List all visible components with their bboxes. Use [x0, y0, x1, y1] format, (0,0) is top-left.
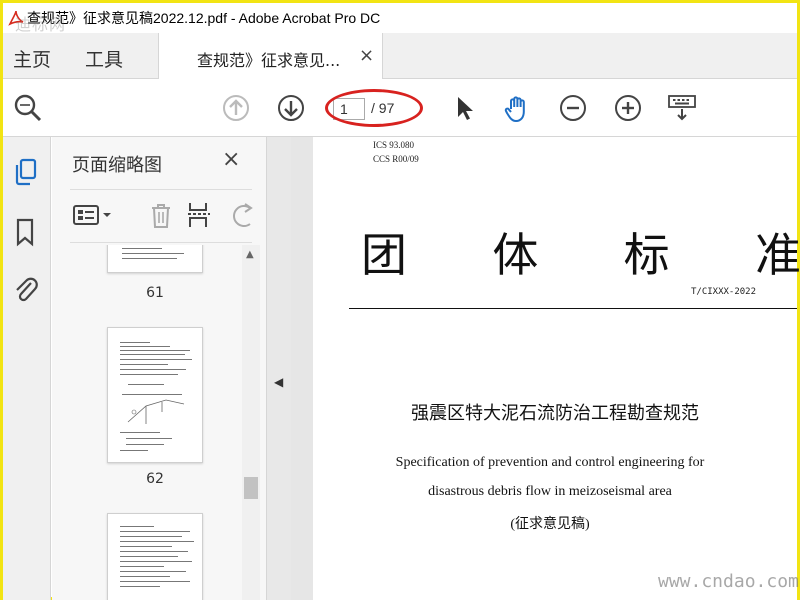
- side-rail: [3, 137, 51, 600]
- search-icon[interactable]: [13, 93, 43, 123]
- divider: [349, 308, 797, 309]
- heading-char: 准: [754, 228, 800, 282]
- thumbnail-page-61[interactable]: [107, 245, 203, 273]
- tab-home[interactable]: 主页: [13, 45, 51, 72]
- annotation-ellipse: [325, 89, 423, 127]
- standard-number: T/CIXXX-2022: [691, 287, 757, 297]
- panel-title: 页面缩略图: [72, 155, 162, 176]
- thumbnail-label: 61: [146, 285, 164, 301]
- thumbnail-page-63[interactable]: [107, 513, 203, 600]
- page-down-icon[interactable]: [276, 93, 306, 123]
- heading-char: 标: [623, 228, 670, 282]
- page-up-icon[interactable]: [221, 93, 251, 123]
- hand-icon[interactable]: [503, 93, 533, 123]
- panel-collapse-handle[interactable]: ◀: [267, 137, 291, 600]
- thumbnail-list: 61 62: [52, 245, 242, 600]
- thumbnail-label: 62: [146, 471, 164, 487]
- rotate-icon[interactable]: [226, 200, 256, 230]
- keyboard-icon[interactable]: [667, 93, 697, 123]
- panel-close-icon[interactable]: ×: [222, 147, 240, 172]
- standard-heading: 团 体 标 准: [361, 219, 800, 285]
- window-title: 查规范》征求意见稿2022.12.pdf - Adobe Acrobat Pro…: [27, 10, 381, 26]
- heading-char: 团: [361, 228, 407, 282]
- thumbnail-panel: 页面缩略图 × 61 62 ▲: [52, 137, 267, 600]
- heading-char: 体: [492, 228, 539, 282]
- watermark-bottom: www.cndao.com: [658, 571, 799, 592]
- scrollbar-thumb[interactable]: [244, 477, 258, 499]
- zoom-out-icon[interactable]: [558, 93, 588, 123]
- tab-document[interactable]: 查规范》征求意见... ×: [158, 33, 383, 79]
- options-icon[interactable]: [72, 200, 111, 230]
- delete-icon[interactable]: [146, 200, 176, 230]
- document-tab-label: 查规范》征求意见...: [197, 51, 341, 70]
- close-tab-icon[interactable]: ×: [359, 45, 374, 66]
- insert-page-icon[interactable]: [185, 200, 215, 230]
- title-bar: 查规范》征求意见稿2022.12.pdf - Adobe Acrobat Pro…: [3, 3, 797, 33]
- toolbar: 1 / 97: [3, 79, 797, 137]
- thumbnails-icon[interactable]: [12, 157, 40, 187]
- chinese-title: 强震区特大泥石流防治工程勘查规范: [411, 403, 699, 424]
- watermark-top: 迪标网: [15, 15, 67, 34]
- select-arrow-icon[interactable]: [451, 93, 481, 123]
- english-title-line-2: disastrous debris flow in meizoseismal a…: [428, 484, 672, 499]
- english-title-line-1: Specification of prevention and control …: [395, 455, 705, 470]
- thumbnail-scrollbar[interactable]: ▲: [242, 245, 260, 600]
- zoom-in-icon[interactable]: [613, 93, 643, 123]
- ccs-code: CCS R00/09: [373, 154, 419, 164]
- bookmark-icon[interactable]: [12, 217, 40, 247]
- tab-tools[interactable]: 工具: [85, 45, 123, 72]
- scroll-up-icon[interactable]: ▲: [246, 249, 254, 260]
- app-window: 查规范》征求意见稿2022.12.pdf - Adobe Acrobat Pro…: [0, 0, 800, 600]
- tab-bar: 主页 工具 查规范》征求意见... ×: [3, 33, 797, 79]
- collapse-arrow-icon: ◀: [274, 375, 284, 389]
- document-page: ICS 93.080 CCS R00/09 团 体 标 准 T/CIXXX-20…: [313, 137, 800, 600]
- draft-label: (征求意见稿): [510, 517, 590, 532]
- attachment-icon[interactable]: [12, 273, 40, 303]
- thumbnail-page-62[interactable]: [107, 327, 203, 463]
- document-area: ICS 93.080 CCS R00/09 团 体 标 准 T/CIXXX-20…: [291, 137, 800, 600]
- panel-toolbar: [70, 189, 253, 243]
